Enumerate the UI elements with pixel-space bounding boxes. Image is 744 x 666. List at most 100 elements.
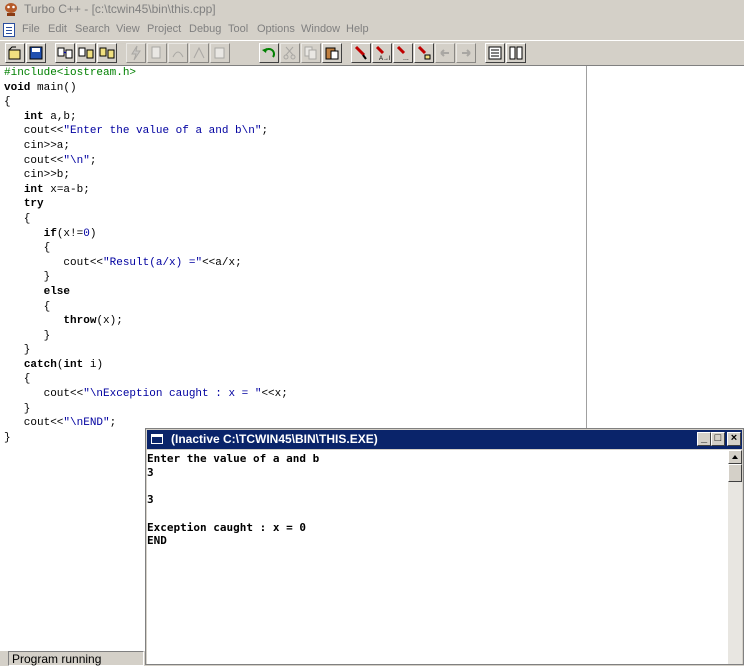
code-token: { [4, 242, 51, 255]
code-token: cout<< [4, 417, 64, 430]
menu-project[interactable]: Project [147, 23, 181, 35]
code-token: <<x; [261, 388, 288, 401]
code-token: ; [89, 154, 97, 167]
program-output-window[interactable]: (Inactive C:\TCWIN45\BIN\THIS.EXE) _ □ ×… [145, 428, 744, 665]
previous-icon[interactable] [435, 43, 455, 63]
code-token: "Result(a/x) =" [103, 256, 203, 269]
code-line[interactable]: #include<iostream.h> [4, 66, 288, 81]
code-line[interactable]: cout<<"\n"; [4, 154, 288, 169]
code-token: catch [23, 358, 57, 371]
code-line[interactable]: cout<<"\nException caught : x = "<<x; [4, 387, 288, 402]
trace-icon[interactable] [189, 43, 209, 63]
code-token: } [4, 329, 51, 342]
code-line[interactable]: cout<<"Result(a/x) ="<<a/x; [4, 256, 288, 271]
search-icon[interactable] [351, 43, 371, 63]
undo-icon[interactable] [259, 43, 279, 63]
code-token: ; [261, 125, 269, 138]
code-token: main() [30, 81, 77, 94]
code-line[interactable]: } [4, 402, 288, 417]
code-line[interactable]: { [4, 372, 288, 387]
scroll-up-arrow-icon[interactable] [728, 450, 742, 464]
minimize-button[interactable]: _ [697, 432, 711, 446]
code-line[interactable]: { [4, 95, 288, 110]
code-token: cout<< [4, 125, 64, 138]
menu-options[interactable]: Options [257, 23, 295, 35]
compile-icon[interactable] [55, 43, 75, 63]
menu-edit[interactable]: Edit [48, 23, 67, 35]
code-token: 0 [83, 227, 90, 240]
turbo-cpp-app-icon[interactable] [3, 2, 19, 17]
make-icon[interactable] [76, 43, 96, 63]
close-button[interactable]: × [727, 432, 741, 446]
code-token: x=a-b; [43, 183, 90, 196]
vertical-scrollbar[interactable] [728, 450, 742, 664]
code-line[interactable]: cin>>b; [4, 168, 288, 183]
code-line[interactable]: catch(int i) [4, 358, 288, 373]
code-token: cin>>b; [4, 169, 71, 182]
code-line[interactable]: } [4, 329, 288, 344]
console-window-icon[interactable] [151, 434, 163, 444]
code-line[interactable]: int x=a-b; [4, 183, 288, 198]
status-text: Program running [8, 651, 144, 666]
cut-icon[interactable] [280, 43, 300, 63]
code-line[interactable]: { [4, 212, 288, 227]
search-again-icon[interactable]: ... [393, 43, 413, 63]
code-token: "\nEND" [63, 417, 110, 430]
code-token: ; [109, 417, 117, 430]
menu-debug[interactable]: Debug [189, 23, 221, 35]
code-line[interactable]: void main() [4, 81, 288, 96]
step-over-icon[interactable] [168, 43, 188, 63]
document-icon[interactable] [3, 23, 15, 37]
copy-icon[interactable] [301, 43, 321, 63]
output-window-titlebar[interactable]: (Inactive C:\TCWIN45\BIN\THIS.EXE) _ □ × [147, 430, 742, 449]
step-into-icon[interactable] [147, 43, 167, 63]
open-file-icon[interactable] [5, 43, 25, 63]
code-token: cout<< [4, 388, 84, 401]
lightning-run-icon[interactable] [126, 43, 146, 63]
code-line[interactable]: cin>>a; [4, 139, 288, 154]
replace-icon[interactable]: A→B [372, 43, 392, 63]
menu-window[interactable]: Window [301, 23, 340, 35]
code-line[interactable]: { [4, 241, 288, 256]
code-line[interactable]: } [4, 343, 288, 358]
code-token: } [4, 271, 51, 284]
code-line[interactable]: cout<<"Enter the value of a and b\n"; [4, 124, 288, 139]
run-to-cursor-icon[interactable] [210, 43, 230, 63]
code-token: int [63, 358, 84, 371]
paste-icon[interactable] [322, 43, 342, 63]
code-line[interactable]: { [4, 300, 288, 315]
code-line[interactable]: throw(x); [4, 314, 288, 329]
build-icon[interactable] [97, 43, 117, 63]
menu-file[interactable]: File [22, 23, 40, 35]
code-token: { [4, 96, 11, 109]
save-file-icon[interactable] [26, 43, 46, 63]
code-token: (x!= [56, 227, 84, 240]
code-token: int [23, 183, 44, 196]
next-icon[interactable] [456, 43, 476, 63]
window-list-icon[interactable] [485, 43, 505, 63]
menu-tool[interactable]: Tool [228, 23, 248, 35]
menu-search[interactable]: Search [75, 23, 110, 35]
code-line[interactable]: if(x!=0) [4, 227, 288, 242]
menu-bar: File Edit Search View Project Debug Tool… [0, 20, 744, 40]
title-bar: Turbo C++ - [c:\tcwin45\bin\this.cpp] [0, 0, 744, 20]
source-code[interactable]: #include<iostream.h> void main(){ int a,b… [4, 66, 288, 445]
code-token: try [23, 198, 44, 211]
code-line[interactable]: } [4, 270, 288, 285]
menu-view[interactable]: View [116, 23, 140, 35]
scrollbar-thumb[interactable] [728, 464, 742, 482]
code-token: cout<< [4, 154, 64, 167]
code-line[interactable]: try [4, 197, 288, 212]
tile-icon[interactable] [506, 43, 526, 63]
code-token: "\nException caught : x = " [83, 388, 262, 401]
find-next-icon[interactable] [414, 43, 434, 63]
code-token: a,b; [43, 110, 77, 123]
output-console[interactable]: Enter the value of a and b 3 3 Exception… [147, 450, 728, 664]
code-line[interactable]: else [4, 285, 288, 300]
code-token: } [4, 344, 31, 357]
menu-help[interactable]: Help [346, 23, 369, 35]
code-line[interactable]: int a,b; [4, 110, 288, 125]
maximize-button[interactable]: □ [711, 432, 725, 446]
